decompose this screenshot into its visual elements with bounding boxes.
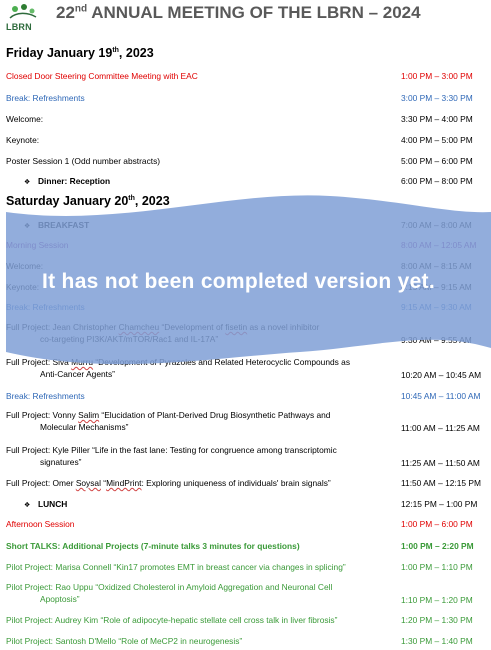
page-title: 22nd ANNUAL MEETING OF THE LBRN – 2024 (56, 3, 421, 22)
diamond-bullet-icon: ❖ (24, 502, 31, 509)
day-heading-friday: Friday January 19th, 2023 (6, 46, 154, 60)
day-heading-saturday: Saturday January 20th, 2023 (6, 194, 170, 208)
logo-text: LBRN (6, 22, 32, 32)
diamond-bullet-icon: ❖ (24, 223, 31, 230)
diamond-bullet-icon: ❖ (24, 179, 31, 186)
watermark-text: It has not been completed version yet. (42, 270, 435, 293)
